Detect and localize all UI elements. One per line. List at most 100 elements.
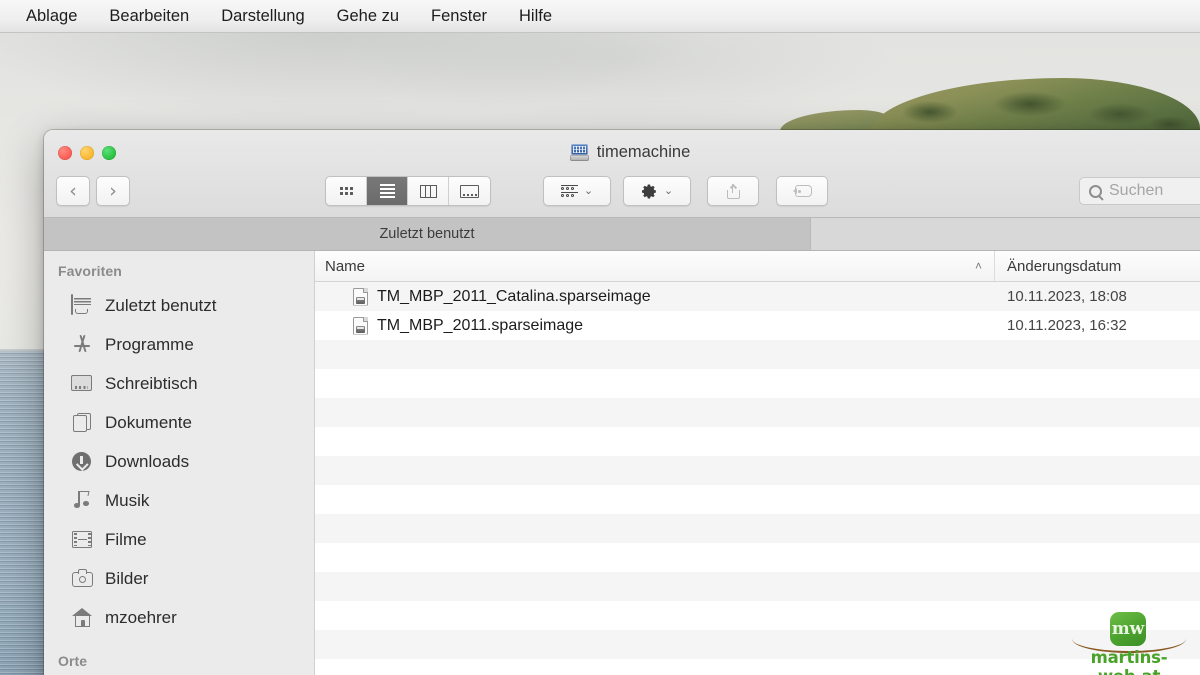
tab-bar: Zuletzt benutzt timemach — [44, 218, 1200, 251]
home-icon — [71, 607, 94, 628]
table-row-empty — [315, 340, 1200, 369]
chevron-down-icon: ⌄ — [583, 184, 594, 197]
file-name-cell: TM_MBP_2011_Catalina.sparseimage — [315, 287, 995, 306]
search-placeholder: Suchen — [1109, 182, 1164, 199]
tab-label: Zuletzt benutzt — [379, 226, 475, 242]
table-row-empty — [315, 485, 1200, 514]
watermark-text: martins-web.at — [1090, 648, 1168, 675]
group-by-button[interactable]: ⌄ — [543, 176, 611, 206]
documents-icon — [71, 412, 94, 433]
sidebar-item-label: Dokumente — [105, 412, 192, 432]
view-mode-gallery-button[interactable] — [449, 177, 490, 205]
menu-item-hilfe[interactable]: Hilfe — [503, 5, 568, 28]
navigation-buttons: ‹ › — [56, 176, 130, 206]
sidebar-item-label: mzoehrer — [105, 607, 177, 627]
menu-item-ablage[interactable]: Ablage — [10, 5, 93, 28]
sidebar-item-label: Zuletzt benutzt — [105, 295, 217, 315]
table-row-empty — [315, 514, 1200, 543]
chevron-left-icon: ‹ — [69, 179, 77, 202]
pictures-icon — [71, 568, 94, 589]
zoom-button[interactable] — [102, 146, 116, 160]
sidebar-item-zuletzt-benutzt[interactable]: Zuletzt benutzt — [44, 286, 314, 325]
sort-ascending-icon: ˄ — [974, 259, 982, 273]
share-icon — [726, 183, 740, 199]
disk-image-icon — [353, 287, 368, 306]
action-menu-button[interactable]: ⌄ — [623, 176, 691, 206]
sidebar-item-bilder[interactable]: Bilder — [44, 559, 314, 598]
window-title-text: timemachine — [596, 143, 691, 161]
menu-bar: Ablage Bearbeiten Darstellung Gehe zu Fe… — [0, 0, 1200, 33]
search-icon — [1089, 184, 1102, 198]
gear-icon — [641, 184, 656, 198]
file-name-cell: TM_MBP_2011.sparseimage — [315, 316, 995, 335]
recent-icon — [71, 294, 94, 316]
view-mode-segmented-control — [325, 176, 491, 206]
menu-item-gehe-zu[interactable]: Gehe zu — [321, 5, 415, 28]
share-button[interactable] — [707, 176, 759, 206]
tab-zuletzt-benutzt[interactable]: Zuletzt benutzt — [44, 218, 811, 250]
menu-item-bearbeiten[interactable]: Bearbeiten — [93, 5, 205, 28]
sidebar-item-label: Filme — [105, 529, 147, 549]
icon-view-icon — [339, 187, 353, 195]
sidebar-item-schreibtisch[interactable]: Schreibtisch — [44, 364, 314, 403]
gallery-view-icon — [460, 184, 479, 198]
window-body: Favoriten Zuletzt benutzt Programme Schr… — [44, 251, 1200, 675]
minimize-button[interactable] — [80, 146, 94, 160]
table-row-empty — [315, 398, 1200, 427]
sidebar-item-mzoehrer[interactable]: mzoehrer — [44, 598, 314, 637]
screen: Ablage Bearbeiten Darstellung Gehe zu Fe… — [0, 0, 1200, 675]
music-icon — [71, 490, 94, 511]
chevron-right-icon: › — [109, 179, 117, 202]
table-row-empty — [315, 630, 1200, 659]
close-button[interactable] — [58, 146, 72, 160]
sidebar-item-dokumente[interactable]: Dokumente — [44, 403, 314, 442]
sidebar-item-label: Bilder — [105, 568, 149, 588]
server-icon — [569, 144, 589, 161]
window-titlebar[interactable]: timemachine ‹ › ⌄ ⌄ Suchen — [44, 130, 1200, 218]
column-header-label: Änderungsdatum — [1007, 257, 1122, 275]
menu-item-darstellung[interactable]: Darstellung — [205, 5, 320, 28]
movies-icon — [71, 529, 94, 550]
chevron-down-icon: ⌄ — [663, 184, 674, 197]
table-row[interactable]: TM_MBP_2011.sparseimage 10.11.2023, 16:3… — [315, 311, 1200, 340]
list-view-icon — [379, 184, 395, 198]
table-row-empty — [315, 601, 1200, 630]
column-view-icon — [419, 184, 437, 198]
sidebar-item-label: Downloads — [105, 451, 190, 471]
tag-icon — [792, 185, 812, 197]
view-mode-list-button[interactable] — [367, 177, 408, 205]
tab-timemachine[interactable]: timemach — [811, 218, 1200, 250]
window-title: timemachine — [44, 143, 1200, 162]
downloads-icon — [71, 451, 94, 472]
finder-window: timemachine ‹ › ⌄ ⌄ Suchen Zuletzt benut… — [44, 130, 1200, 675]
view-mode-column-button[interactable] — [408, 177, 449, 205]
desktop-icon — [71, 373, 94, 394]
table-row-empty — [315, 543, 1200, 572]
disk-image-icon — [353, 316, 368, 335]
file-date: 10.11.2023, 18:08 — [1007, 288, 1127, 305]
search-field[interactable]: Suchen — [1079, 177, 1200, 205]
sidebar-item-downloads[interactable]: Downloads — [44, 442, 314, 481]
column-header-name[interactable]: Name ˄ — [315, 251, 995, 281]
sidebar-item-filme[interactable]: Filme — [44, 520, 314, 559]
table-row-empty — [315, 456, 1200, 485]
file-date: 10.11.2023, 16:32 — [1007, 317, 1127, 334]
menu-item-fenster[interactable]: Fenster — [415, 5, 503, 28]
watermark-logo: mw martins-web.at — [1070, 612, 1188, 675]
sidebar-item-programme[interactable]: Programme — [44, 325, 314, 364]
file-name: TM_MBP_2011_Catalina.sparseimage — [377, 287, 651, 305]
tag-button[interactable] — [776, 176, 828, 206]
forward-button[interactable]: › — [96, 176, 130, 206]
table-row-empty — [315, 369, 1200, 398]
sidebar-item-label: Programme — [105, 334, 194, 354]
applications-icon — [71, 334, 94, 355]
sidebar: Favoriten Zuletzt benutzt Programme Schr… — [44, 251, 315, 675]
table-row-empty — [315, 572, 1200, 601]
column-header-date[interactable]: Änderungsdatum — [995, 258, 1121, 275]
group-by-icon — [560, 184, 578, 198]
file-list-pane: Name ˄ Änderungsdatum TM_MBP_2011_Catali… — [315, 251, 1200, 675]
table-row[interactable]: TM_MBP_2011_Catalina.sparseimage 10.11.2… — [315, 282, 1200, 311]
sidebar-item-musik[interactable]: Musik — [44, 481, 314, 520]
view-mode-icon-button[interactable] — [326, 177, 367, 205]
back-button[interactable]: ‹ — [56, 176, 90, 206]
